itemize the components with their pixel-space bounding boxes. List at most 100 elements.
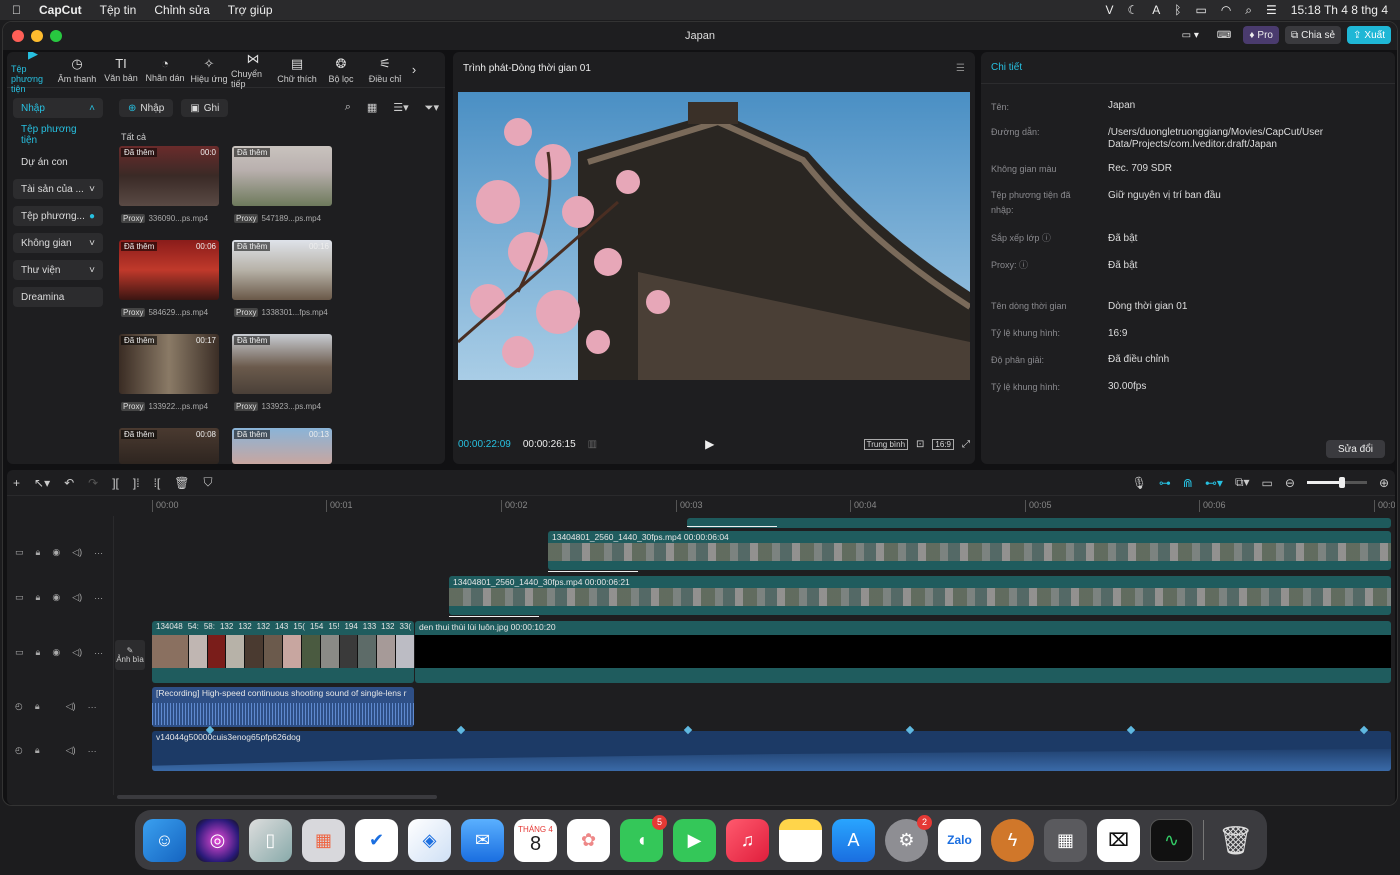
zalo-icon[interactable]: Zalo [938, 818, 981, 862]
caption-icon[interactable]: ▭ [1262, 476, 1273, 490]
audio-clip-recording[interactable]: [Recording] High-speed continuous shooti… [152, 687, 414, 727]
redo-icon[interactable]: ↷ [88, 476, 98, 490]
timeline-marks-icon[interactable]: ▥ [588, 439, 597, 450]
speaker-icon[interactable]: ◁) [72, 647, 82, 658]
ratio-button[interactable]: 16:9 [932, 438, 954, 450]
calculator-icon[interactable]: ▦ [1044, 818, 1087, 862]
media-thumb[interactable]: Đã thêm 00:06 [119, 240, 219, 300]
import-button[interactable]: ⊕ Nhập [119, 99, 174, 117]
menu-file[interactable]: Tệp tin [100, 3, 137, 17]
layout-icon[interactable]: ▭ ▾ [1176, 26, 1205, 44]
media-thumb[interactable]: Đã thêm 00:0 [119, 146, 219, 206]
filter-icon[interactable]: ⏷▾ [425, 101, 439, 115]
tab-text[interactable]: TI Văn bản [99, 52, 143, 87]
bolt-app-icon[interactable]: ϟ [991, 818, 1034, 862]
microphone-icon[interactable]: 🎙 [1132, 476, 1147, 490]
clock[interactable]: 15:18 Th 4 8 thg 4 [1291, 3, 1388, 17]
trash-icon[interactable]: 🗑 [1214, 819, 1257, 862]
tab-media[interactable]: ▶ Tệp phương tiện [11, 52, 55, 94]
undo-icon[interactable]: ↶ [64, 476, 74, 490]
media-thumb[interactable]: Đã thêm [232, 146, 332, 206]
export-button[interactable]: ⇪ Xuất [1347, 26, 1391, 44]
more-icon[interactable]: ··· [88, 746, 97, 756]
sidebar-item-import[interactable]: Nhập ˄ [13, 98, 103, 118]
music-icon[interactable]: ♫ [726, 818, 769, 862]
speaker-icon[interactable]: ◁) [66, 745, 76, 756]
sort-icon[interactable]: ☰▾ [393, 101, 408, 115]
tab-captions[interactable]: ▤ Chữ thích [275, 52, 319, 87]
cover-button[interactable]: ✎ Ảnh bìa [115, 640, 145, 670]
minimize-window-button[interactable] [31, 30, 43, 42]
finder-icon[interactable]: ☺ [143, 818, 186, 862]
snap-icon[interactable]: ⊷▾ [1205, 476, 1223, 490]
sidebar-item-library[interactable]: Thư viện ˅ [13, 260, 103, 280]
battery-icon[interactable]: ▭ [1195, 3, 1206, 17]
add-icon[interactable]: + [13, 476, 20, 490]
activity-monitor-icon[interactable]: ∿ [1150, 818, 1193, 862]
fullscreen-icon[interactable]: ⤢ [962, 439, 970, 450]
tab-audio[interactable]: ◷ Âm thanh [55, 52, 99, 87]
video-clip[interactable]: 13404801_2560_1440_30fps.mp4 00:00:06:21 [449, 576, 1391, 615]
sidebar-item-media[interactable]: Tệp phương tiện [13, 124, 103, 146]
launchpad-icon[interactable]: ▦ [302, 818, 345, 862]
menu-edit[interactable]: Chỉnh sửa [154, 3, 209, 17]
capcut-icon[interactable]: ⌧ [1097, 818, 1140, 862]
select-tool-icon[interactable]: ↖▾ [34, 476, 50, 490]
system-settings-icon[interactable]: ⚙ 2 [885, 814, 932, 862]
notes-icon[interactable] [779, 818, 822, 862]
menu-icon[interactable]: ☰ [956, 63, 965, 74]
image-clip[interactable]: den thui thùi lùi luôn.jpg 00:00:10:20 [415, 621, 1391, 683]
split-right-icon[interactable]: ⁞[ [154, 476, 161, 490]
media-thumb[interactable]: Đã thêm 00:16 [232, 240, 332, 300]
sidebar-item-subproject[interactable]: Dự án con [13, 152, 103, 172]
delete-icon[interactable]: 🗑 [174, 476, 189, 490]
audio-clip-music[interactable]: v14044g50000cuis3enog65pfp626dog [152, 731, 1391, 771]
wifi-icon[interactable]: ◠ [1221, 3, 1231, 17]
lock-icon[interactable]: 🔒︎ [35, 701, 40, 712]
safari-icon[interactable]: ◈ [408, 818, 451, 862]
more-icon[interactable]: ··· [88, 702, 97, 712]
eye-icon[interactable]: ◉ [52, 592, 60, 603]
speaker-icon[interactable]: ◁) [66, 701, 76, 712]
lock-icon[interactable]: 🔒︎ [36, 592, 41, 603]
more-icon[interactable]: ··· [94, 648, 103, 658]
more-icon[interactable]: ··· [94, 548, 103, 558]
tab-effects[interactable]: ✧ Hiệu ứng [187, 52, 231, 87]
menu-app[interactable]: CapCut [39, 3, 82, 17]
toolbar-scroll-right[interactable]: › [407, 52, 421, 87]
tab-adjust[interactable]: ⚟ Điều chỉ [363, 52, 407, 87]
mail-icon[interactable]: ✉ [461, 818, 504, 862]
main-track-clips[interactable]: 134048 54: 58: 132 132 132 143 15( 154 1… [152, 621, 414, 683]
siri-icon[interactable]: ◎ [196, 818, 239, 862]
split-icon[interactable]: ][ [112, 476, 119, 490]
media-thumb[interactable]: Đã thêm 00:08 [119, 428, 219, 464]
bluetooth-icon[interactable]: ᛒ [1174, 3, 1181, 17]
search-icon[interactable]: ⌕ [345, 101, 351, 115]
sidebar-item-media-2[interactable]: Tệp phương... ● [13, 206, 103, 226]
share-button[interactable]: ⧉ Chia sẻ [1284, 26, 1342, 44]
quality-button[interactable]: Trung bình [863, 438, 909, 450]
tab-transitions[interactable]: ⋈ Chuyển tiếp [231, 52, 275, 89]
magnet-icon[interactable]: ⋒ [1183, 476, 1193, 490]
messages-icon[interactable]: ◖ 5 [620, 814, 667, 862]
grid-view-icon[interactable]: ▦ [367, 101, 377, 115]
apple-icon[interactable]:  [12, 3, 21, 17]
shortcut-icon[interactable]: ⌨ [1211, 26, 1237, 44]
moon-icon[interactable]: ☾ [1127, 3, 1138, 17]
photos-icon[interactable]: ✿ [567, 818, 610, 862]
timeline-scrollbar[interactable] [117, 795, 437, 799]
tab-filters[interactable]: ❂ Bộ lọc [319, 52, 363, 87]
facetime-icon[interactable]: ▶ [673, 818, 716, 862]
lock-icon[interactable]: 🔒︎ [35, 745, 40, 756]
keyboard-input-icon[interactable]: A [1152, 3, 1160, 17]
speaker-icon[interactable]: ◁) [72, 592, 82, 603]
media-thumb[interactable]: Đã thêm 00:13 [232, 428, 332, 464]
pro-button[interactable]: ♦ Pro [1243, 26, 1279, 44]
menu-help[interactable]: Trợ giúp [228, 3, 273, 17]
zoom-window-button[interactable] [50, 30, 62, 42]
link-icon[interactable]: ⊶ [1159, 476, 1171, 490]
search-icon[interactable]: ⌕ [1245, 3, 1252, 18]
zoom-slider[interactable] [1306, 477, 1367, 488]
split-left-icon[interactable]: ]⁞ [133, 476, 140, 490]
v-icon[interactable]: V [1105, 3, 1113, 17]
